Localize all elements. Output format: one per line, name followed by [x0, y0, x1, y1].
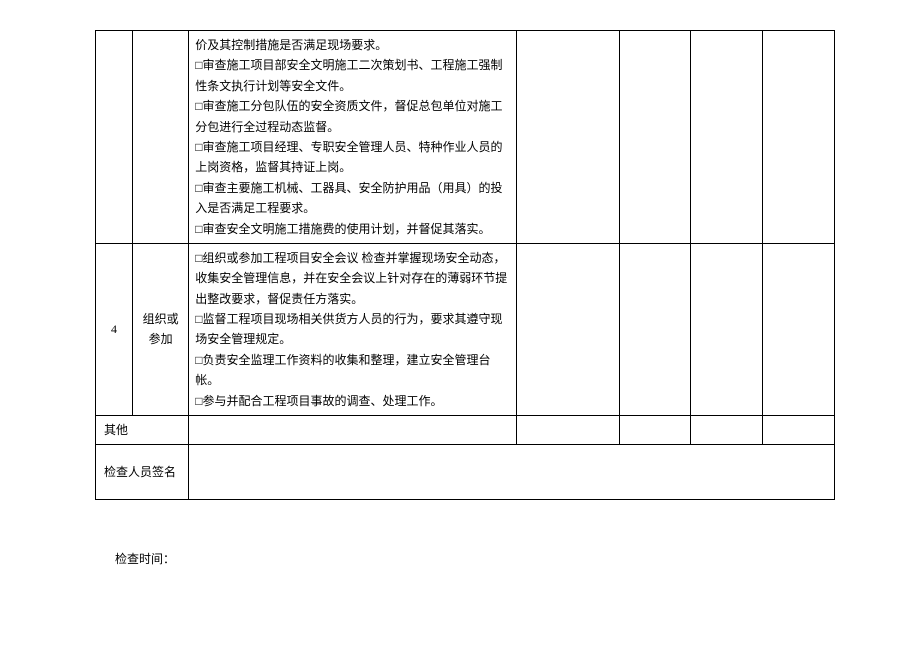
row3-item-5: □审查安全文明施工措施费的使用计划，并督促其落实。 [195, 219, 510, 239]
other-col4 [517, 416, 619, 445]
row4-content: □组织或参加工程项目安全会议 检查并掌握现场安全动态，收集安全管理信息，并在安全… [189, 243, 517, 415]
other-content [189, 416, 517, 445]
row4-item-2: □负责安全监理工作资料的收集和整理，建立安全管理台帐。 [195, 350, 510, 391]
sign-label: 检查人员签名 [96, 445, 189, 500]
row4-index: 4 [96, 243, 133, 415]
sign-content [189, 445, 835, 500]
row3-item-0: 价及其控制措施是否满足现场要求。 [195, 35, 510, 55]
row3-index [96, 31, 133, 244]
row-signature: 检查人员签名 [96, 445, 835, 500]
row4-col4 [517, 243, 619, 415]
row4-item-1: □监督工程项目现场相关供货方人员的行为，要求其遵守现场安全管理规定。 [195, 309, 510, 350]
row3-item-1: □审查施工项目部安全文明施工二次策划书、工程施工强制性条文执行计划等安全文件。 [195, 55, 510, 96]
row-other: 其他 [96, 416, 835, 445]
other-col5 [619, 416, 691, 445]
inspection-table: 价及其控制措施是否满足现场要求。 □审查施工项目部安全文明施工二次策划书、工程施… [95, 30, 835, 500]
footer-check-time: 检查时间： [115, 550, 175, 567]
row-4: 4 组织或参加 □组织或参加工程项目安全会议 检查并掌握现场安全动态，收集安全管… [96, 243, 835, 415]
row3-item-2: □审查施工分包队伍的安全资质文件，督促总包单位对施工分包进行全过程动态监督。 [195, 96, 510, 137]
row-3-continuation: 价及其控制措施是否满足现场要求。 □审查施工项目部安全文明施工二次策划书、工程施… [96, 31, 835, 244]
row3-col7 [763, 31, 835, 244]
row3-col6 [691, 31, 763, 244]
other-label: 其他 [96, 416, 189, 445]
row4-col5 [619, 243, 691, 415]
row3-col5 [619, 31, 691, 244]
row4-col7 [763, 243, 835, 415]
other-col6 [691, 416, 763, 445]
row4-item-3: □参与并配合工程项目事故的调查、处理工作。 [195, 391, 510, 411]
row3-content: 价及其控制措施是否满足现场要求。 □审查施工项目部安全文明施工二次策划书、工程施… [189, 31, 517, 244]
row4-col6 [691, 243, 763, 415]
row4-item-0: □组织或参加工程项目安全会议 检查并掌握现场安全动态，收集安全管理信息，并在安全… [195, 248, 510, 309]
row3-item-3: □审查施工项目经理、专职安全管理人员、特种作业人员的上岗资格，监督其持证上岗。 [195, 137, 510, 178]
row3-category [132, 31, 188, 244]
other-col7 [763, 416, 835, 445]
row4-category: 组织或参加 [132, 243, 188, 415]
row3-col4 [517, 31, 619, 244]
row3-item-4: □审查主要施工机械、工器具、安全防护用品（用具）的投入是否满足工程要求。 [195, 178, 510, 219]
